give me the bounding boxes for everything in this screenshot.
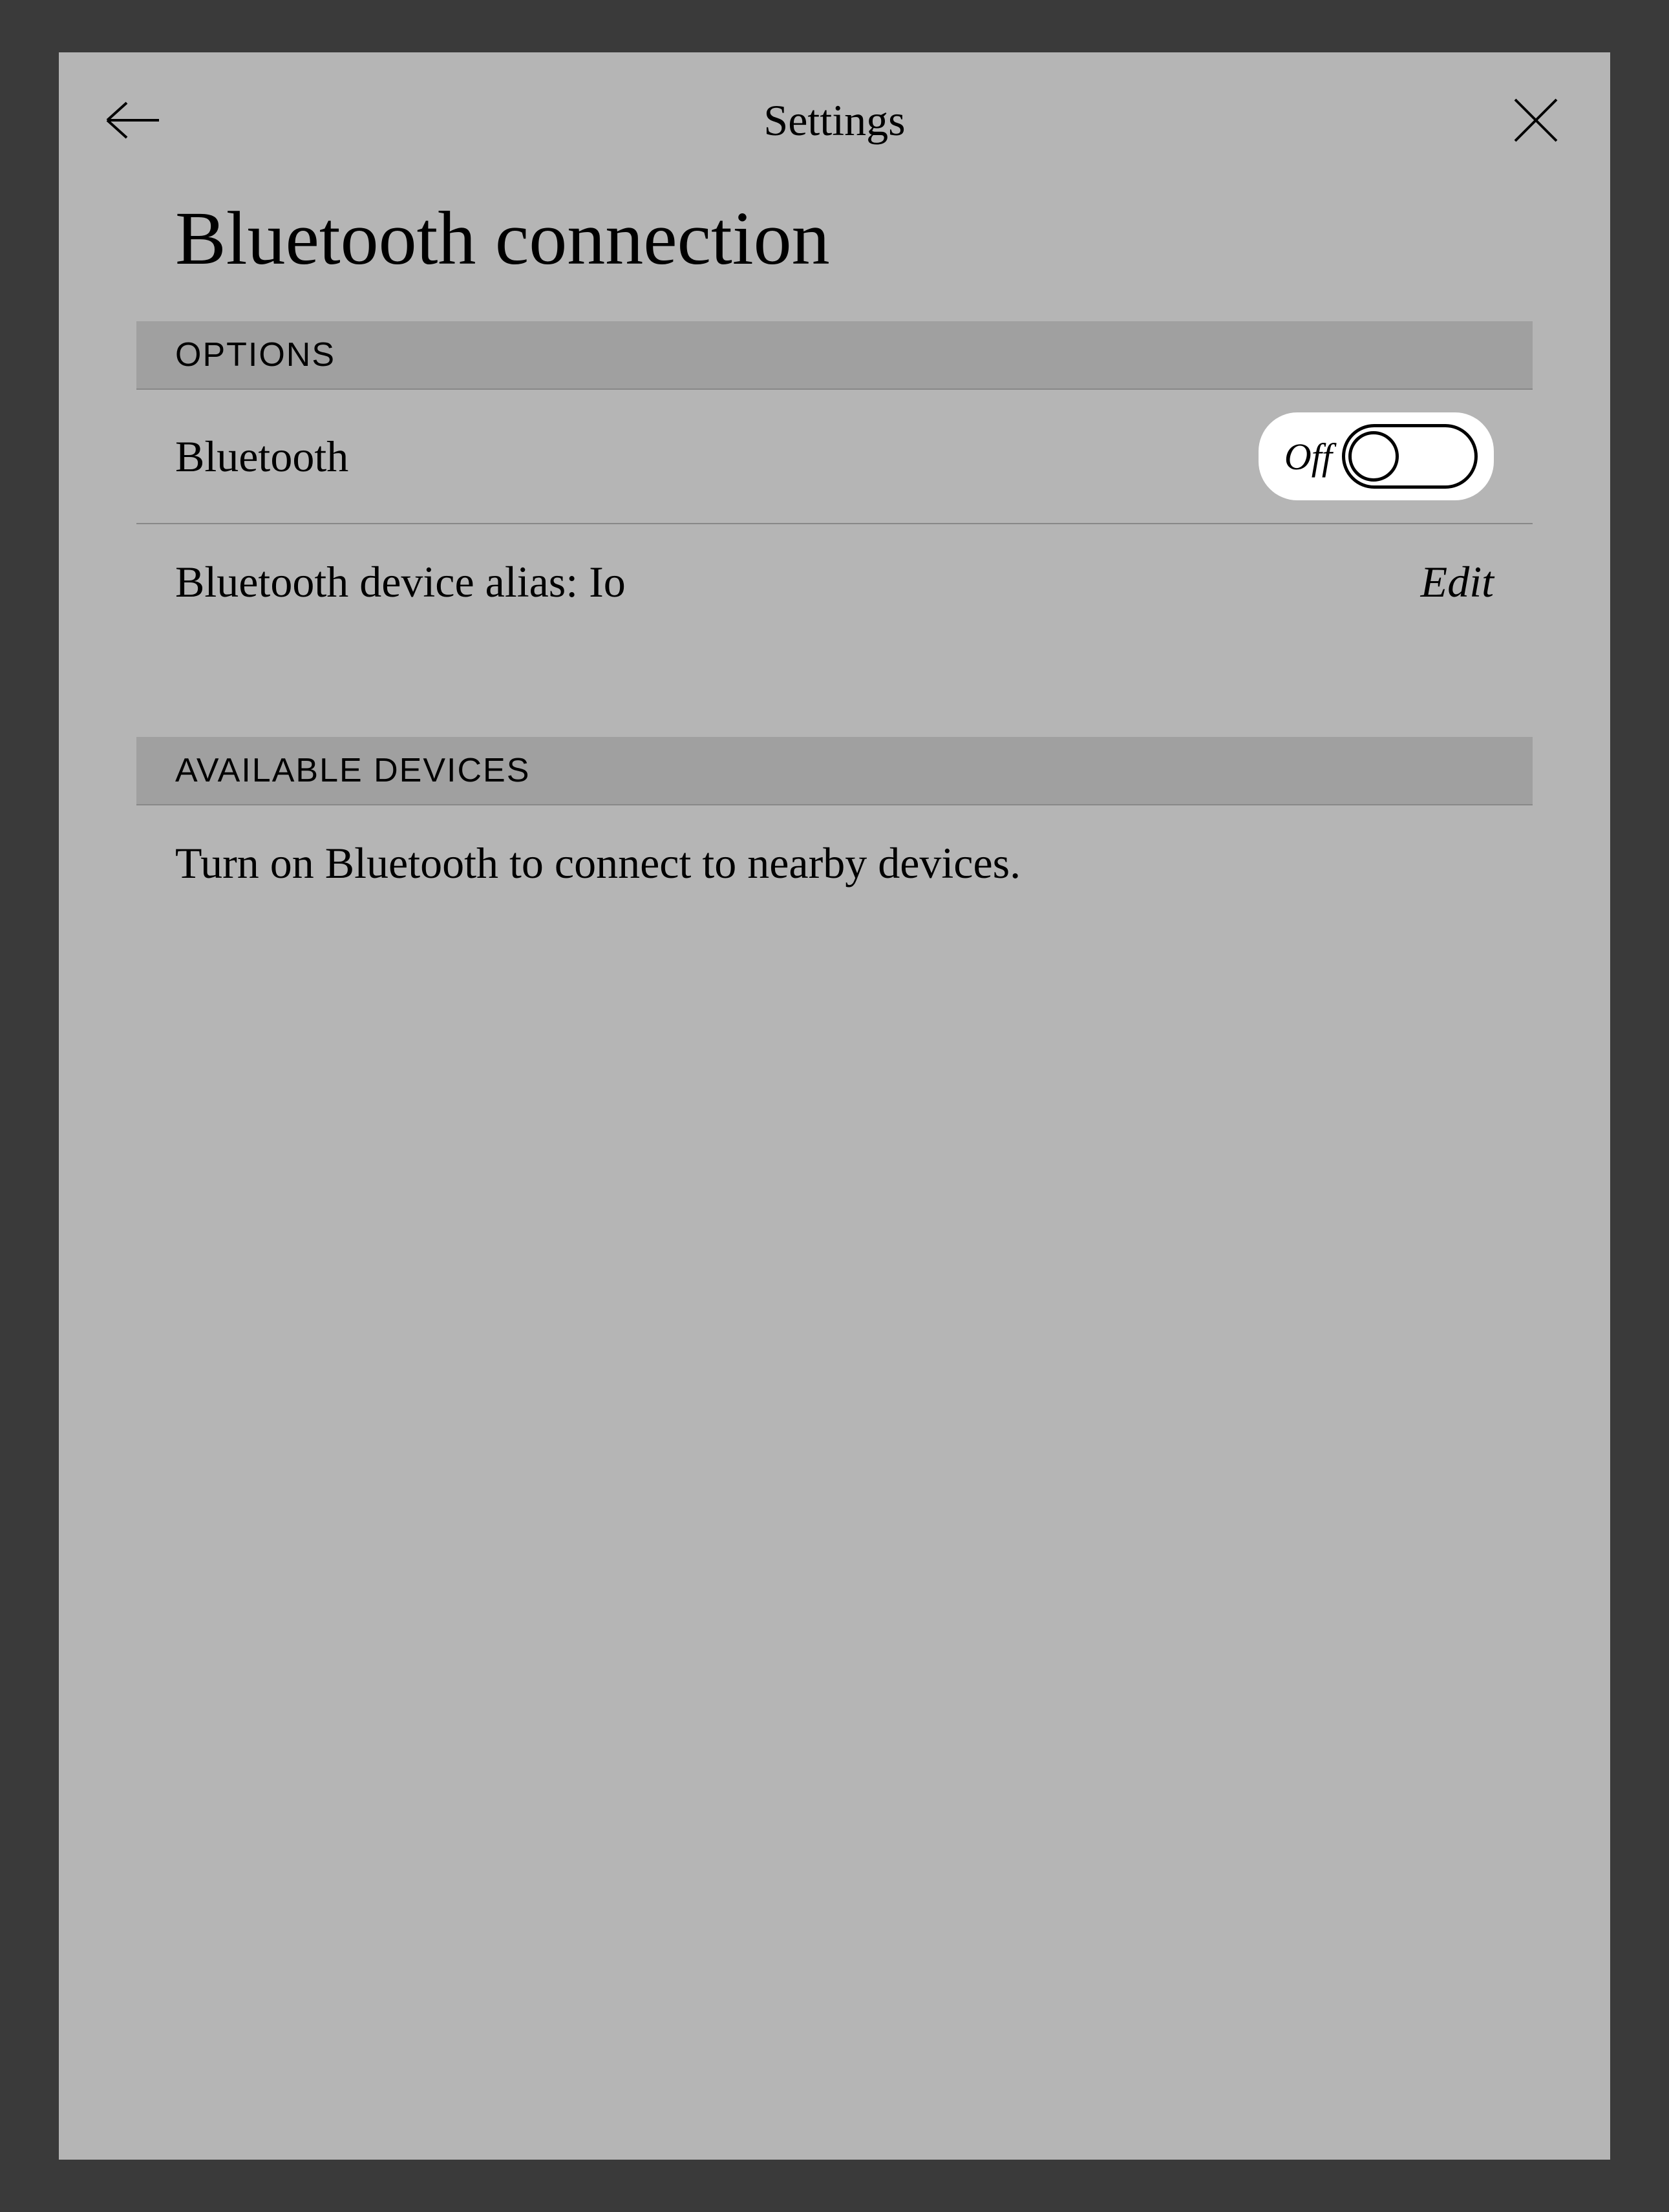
toggle-track — [1342, 424, 1478, 489]
edit-alias-button[interactable]: Edit — [1421, 557, 1494, 608]
section-gap — [136, 640, 1533, 737]
bluetooth-toggle-row: Bluetooth Off — [136, 390, 1533, 524]
options-section-header: OPTIONS — [136, 321, 1533, 390]
header-title: Settings — [763, 95, 905, 146]
alias-row: Bluetooth device alias: Io Edit — [136, 524, 1533, 640]
back-arrow-icon — [104, 98, 162, 143]
toggle-knob — [1348, 431, 1399, 482]
bluetooth-toggle[interactable]: Off — [1259, 412, 1494, 500]
close-button[interactable] — [1507, 91, 1565, 149]
close-icon — [1510, 94, 1562, 146]
available-devices-section-header: AVAILABLE DEVICES — [136, 737, 1533, 805]
page-title: Bluetooth connection — [59, 175, 1610, 321]
bluetooth-off-info: Turn on Bluetooth to connect to nearby d… — [136, 805, 1533, 921]
toggle-state-label: Off — [1284, 435, 1332, 478]
alias-label: Bluetooth device alias: Io — [175, 557, 626, 608]
settings-screen: Settings Bluetooth connection OPTIONS Bl… — [59, 52, 1610, 2160]
bluetooth-label: Bluetooth — [175, 431, 348, 482]
header-bar: Settings — [59, 52, 1610, 175]
back-button[interactable] — [104, 91, 162, 149]
content-area: OPTIONS Bluetooth Off Bluetooth device a… — [59, 321, 1610, 921]
